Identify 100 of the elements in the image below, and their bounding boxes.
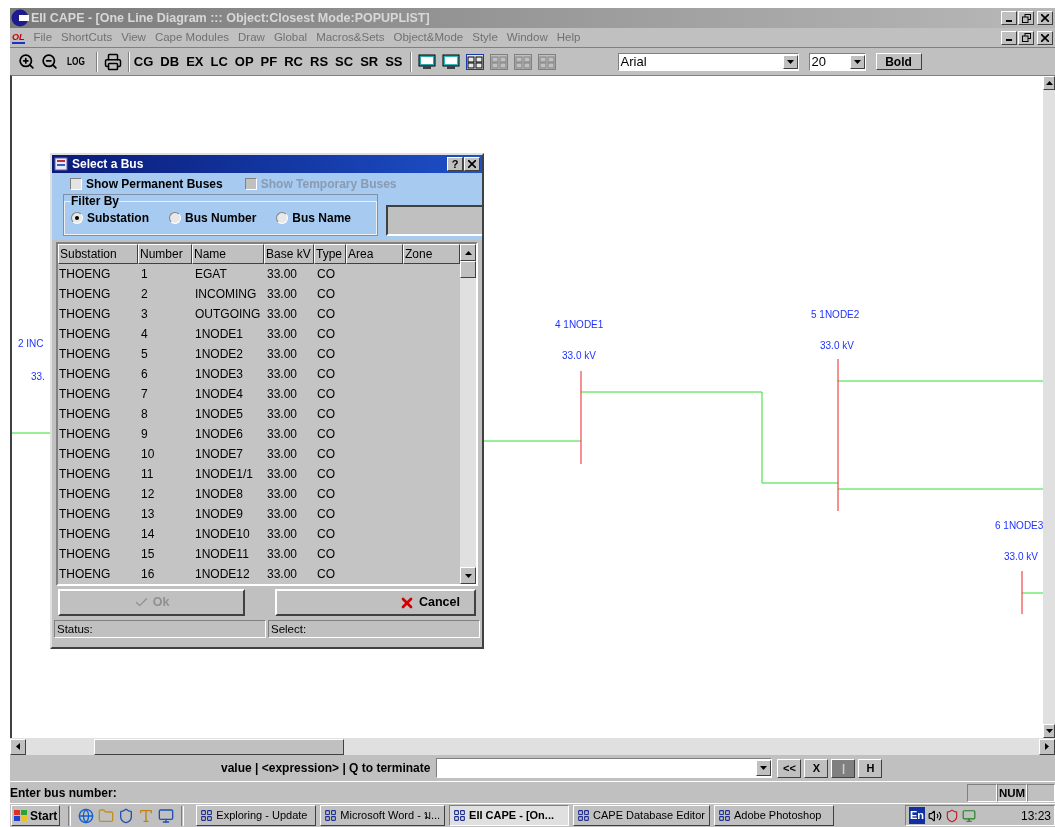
wire — [12, 432, 51, 434]
radio-button[interactable] — [169, 212, 181, 224]
module-button[interactable]: SR — [360, 51, 379, 72]
monitor-icon[interactable] — [441, 53, 460, 70]
command-button[interactable]: << — [777, 758, 802, 778]
table-cell-text: THOENG — [58, 346, 112, 363]
close-icon — [1041, 14, 1049, 22]
window-icon — [717, 809, 731, 822]
radio-label: Bus Name — [292, 210, 352, 227]
table-cell-text: THOENG — [58, 466, 112, 483]
table-cell-text: 1NODE11 — [194, 546, 250, 563]
minimize-button[interactable] — [1001, 30, 1017, 45]
printer-icon[interactable] — [103, 52, 122, 71]
module-button[interactable]: SS — [385, 51, 403, 72]
module-button[interactable]: OP — [234, 51, 254, 72]
log-button[interactable]: LOG — [67, 53, 85, 70]
speaker-icon[interactable] — [928, 808, 943, 823]
module-button[interactable]: EX — [186, 51, 204, 72]
taskbar-button[interactable]: Microsoft Word - ม... — [320, 805, 446, 826]
table-cell-text: 4 — [140, 326, 149, 343]
dropdown-arrow-button[interactable] — [849, 54, 865, 69]
table-cell-text: 1NODE10 — [194, 526, 251, 543]
start-button[interactable]: Start — [11, 805, 61, 826]
browser-icon[interactable] — [78, 807, 95, 824]
taskbar-button[interactable]: Exploring - Update — [196, 805, 317, 826]
module-button[interactable]: RS — [310, 51, 329, 72]
shield-icon[interactable] — [118, 807, 135, 824]
grid-layout-icon[interactable] — [465, 53, 484, 70]
close-button[interactable] — [1037, 11, 1053, 25]
taskbar-button[interactable]: Adobe Photoshop — [713, 805, 834, 826]
bold-button[interactable]: Bold — [875, 53, 922, 70]
zoom-in-icon[interactable] — [18, 53, 35, 70]
window-icon — [577, 809, 591, 822]
vertical-scrollbar[interactable] — [460, 244, 476, 584]
table-cell-text: 1NODE7 — [194, 446, 245, 463]
table-cell-text: OUTGOING — [194, 306, 262, 323]
column-header[interactable]: Type — [314, 244, 346, 264]
taskbar-button[interactable]: EII CAPE - [On... — [449, 805, 570, 826]
module-button[interactable]: CG — [133, 51, 154, 72]
column-header[interactable]: Zone — [403, 244, 460, 264]
command-button[interactable]: X — [804, 758, 829, 778]
zoom-out-icon[interactable] — [41, 53, 58, 70]
table-cell-text: 5 — [140, 346, 149, 363]
taskbar-button[interactable]: CAPE Database Editor — [573, 805, 710, 826]
column-header[interactable]: Substation — [58, 244, 138, 264]
radio-button[interactable] — [276, 212, 289, 224]
table-cell-text: CO — [316, 346, 336, 363]
table-cell-text: 1NODE9 — [194, 506, 245, 523]
command-input-field[interactable] — [436, 758, 773, 778]
module-button[interactable]: LC — [210, 51, 228, 72]
table-cell-text: 33.00 — [266, 326, 299, 343]
table-cell-text: CO — [316, 546, 336, 563]
close-button[interactable] — [464, 157, 480, 171]
voltage-label: 33.0 kV — [562, 349, 596, 363]
column-header[interactable]: Base kV — [264, 244, 314, 264]
dropdown-arrow-button[interactable] — [756, 760, 772, 776]
module-button[interactable]: SC — [335, 51, 354, 72]
table-cell-text: 15 — [140, 546, 156, 563]
checkbox[interactable] — [70, 178, 82, 190]
cancel-button[interactable]: Cancel — [275, 589, 476, 616]
table-cell-text: 1NODE5 — [194, 406, 245, 423]
monitor-icon[interactable] — [417, 53, 436, 70]
horizontal-scrollbar[interactable] — [10, 738, 1055, 755]
table-cell-text: 7 — [140, 386, 149, 403]
column-header[interactable]: Number — [138, 244, 192, 264]
column-header[interactable]: Area — [346, 244, 403, 264]
left-arrow-icon — [16, 743, 20, 750]
filter-input-field[interactable] — [386, 205, 482, 236]
restore-button[interactable] — [1018, 30, 1034, 45]
help-button[interactable]: ? — [447, 157, 463, 171]
column-header[interactable]: Name — [192, 244, 264, 264]
close-button[interactable] — [1037, 30, 1053, 45]
module-button[interactable]: RC — [284, 51, 303, 72]
command-button[interactable]: H — [858, 758, 883, 778]
table-cell-text: 11 — [140, 466, 155, 483]
status-panel — [1027, 783, 1055, 802]
language-indicator[interactable]: En — [909, 807, 926, 824]
dropdown-arrow-button[interactable] — [782, 54, 798, 69]
radio-button[interactable] — [71, 212, 83, 224]
module-button[interactable]: PF — [260, 51, 278, 72]
voltage-label: 33.0 kV — [820, 339, 854, 353]
scroll-thumb[interactable] — [94, 738, 344, 755]
table-cell-text: CO — [316, 466, 336, 483]
table-cell-text: EGAT — [194, 266, 228, 283]
restore-button[interactable] — [1018, 11, 1034, 25]
size-dropdown[interactable]: 20 — [808, 52, 866, 71]
minimize-icon — [1006, 39, 1012, 41]
bus-label: 4 1NODE1 — [555, 318, 604, 332]
minimize-button[interactable] — [1001, 11, 1017, 25]
dialog-title: Select a Bus — [72, 156, 145, 173]
table-cell-text: THOENG — [58, 406, 112, 423]
font-dropdown[interactable]: Arial — [617, 52, 799, 71]
table-cell-text: 33.00 — [266, 346, 299, 363]
scroll-thumb[interactable] — [460, 261, 476, 278]
vertical-scrollbar[interactable] — [1043, 76, 1055, 738]
app-logo-icon — [11, 9, 29, 27]
table-cell-text: CO — [316, 526, 336, 543]
table-cell-text: CO — [316, 506, 336, 523]
module-button[interactable]: DB — [160, 51, 180, 72]
voltage-label: 33. — [31, 370, 45, 384]
